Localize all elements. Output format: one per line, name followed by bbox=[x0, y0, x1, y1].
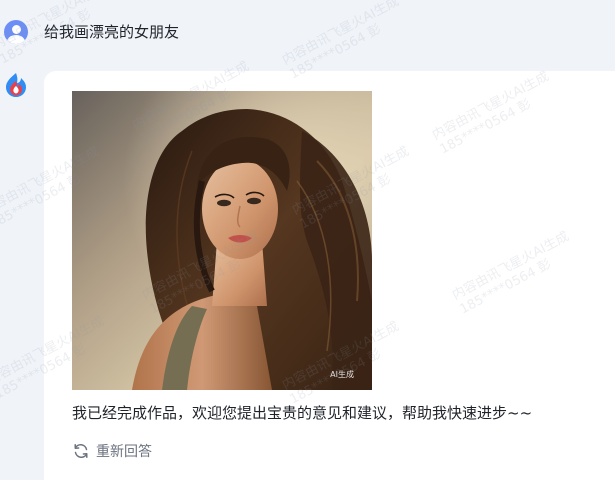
refresh-icon bbox=[72, 442, 90, 460]
portrait-illustration bbox=[72, 91, 372, 390]
user-message-text: 给我画漂亮的女朋友 bbox=[44, 23, 180, 41]
user-message-row: 给我画漂亮的女朋友 bbox=[0, 0, 615, 66]
chat-window: 给我画漂亮的女朋友 AI生成 我已经完成作品，欢迎您提出宝贵的意见和建议，帮助我… bbox=[0, 0, 615, 480]
spark-logo-icon bbox=[4, 72, 28, 98]
user-avatar-body bbox=[7, 35, 25, 44]
generated-image[interactable]: AI生成 bbox=[72, 91, 372, 390]
spark-logo-svg bbox=[6, 73, 26, 97]
user-avatar bbox=[4, 20, 28, 44]
bot-reply-text: 我已经完成作品，欢迎您提出宝贵的意见和建议，帮助我快速进步~~ bbox=[72, 404, 533, 422]
regenerate-label: 重新回答 bbox=[96, 444, 152, 460]
ai-generated-tag: AI生成 bbox=[330, 370, 354, 379]
refresh-icon-svg bbox=[74, 444, 88, 458]
user-avatar-head bbox=[11, 24, 21, 34]
regenerate-button[interactable]: 重新回答 bbox=[72, 441, 152, 461]
